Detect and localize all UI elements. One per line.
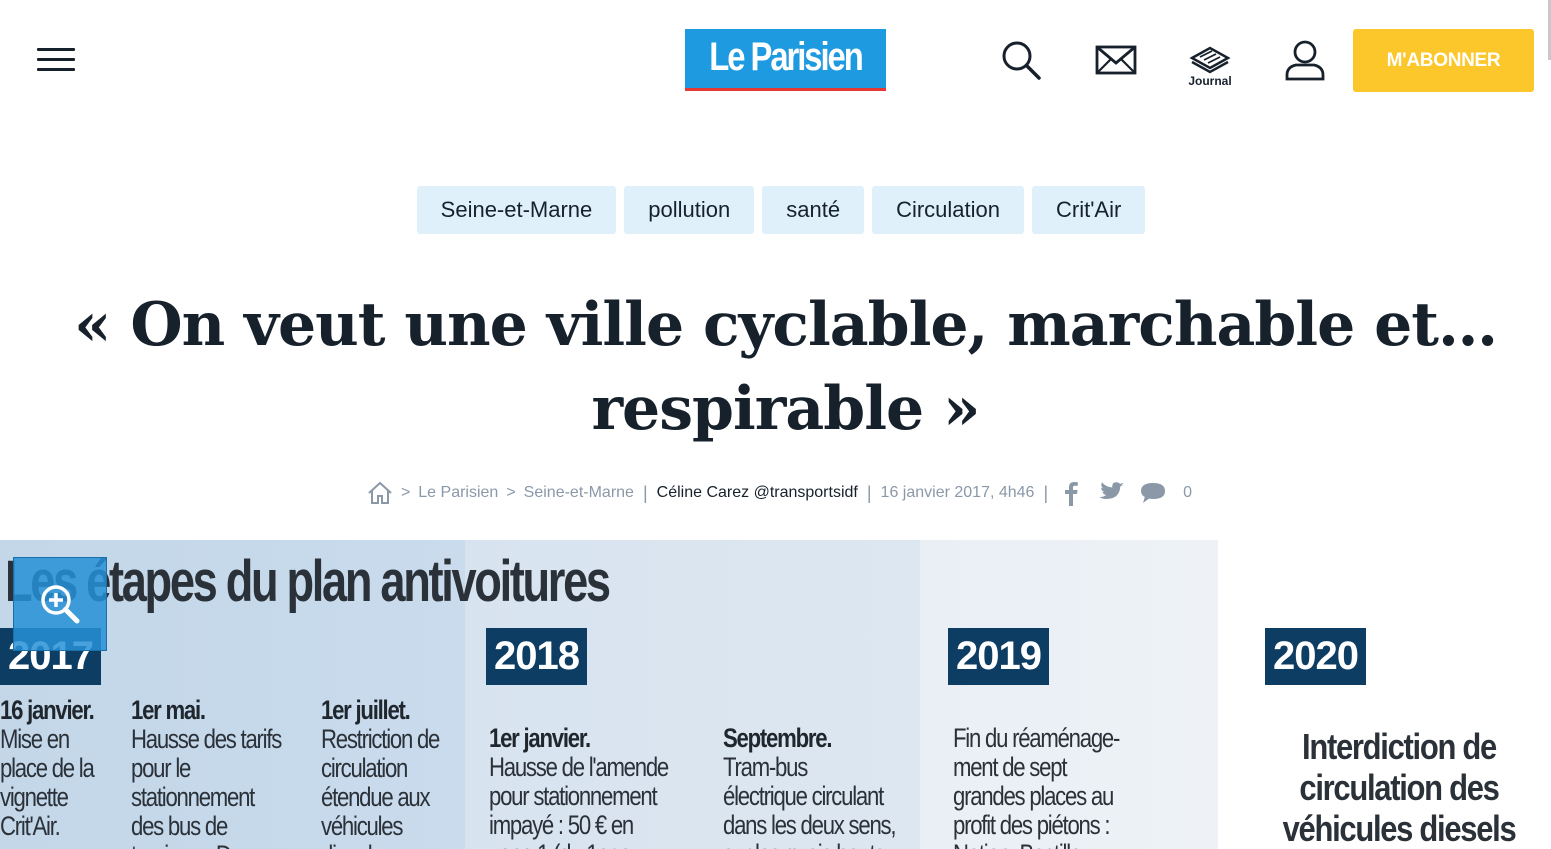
user-icon [1285, 40, 1325, 81]
meta-divider: | [866, 482, 872, 503]
year-2020-label: 2020 [1265, 628, 1366, 685]
timeline-entry-2017-jan: 16 janvier. Mise en place de la vignette… [0, 695, 95, 841]
tag-sante[interactable]: santé [762, 186, 865, 234]
entry-line: Restriction de [321, 724, 440, 754]
account-button[interactable] [1282, 38, 1328, 86]
subscribe-button[interactable]: M'ABONNER [1353, 29, 1534, 92]
timeline-entry-2017-jul: 1er juillet. Restriction de circulation … [321, 695, 440, 849]
search-button[interactable] [998, 38, 1044, 86]
entry-line: Fin du réaménage- [953, 723, 1120, 753]
site-header: Le Parisien Journal M'ABONNER [0, 0, 1551, 120]
entry-line: Mise en [0, 724, 70, 754]
article-title-line2: respirable » [591, 374, 980, 444]
entry-line: pour le [131, 753, 191, 783]
journal-label: Journal [1188, 74, 1232, 88]
timeline-entry-2020: Interdiction de circulation des véhicule… [1270, 726, 1528, 849]
entry-line: impayé : 50 € en [489, 810, 634, 840]
entry-line: Nation, Bastille, [953, 839, 1087, 849]
mail-icon [1095, 45, 1137, 75]
article-title: « On veut une ville cyclable, marchable … [40, 283, 1531, 451]
entry-line: Tram-bus [723, 752, 808, 782]
entry-line: Hausse de l'amende [489, 752, 669, 782]
entry-line: Crit'Air. [0, 811, 61, 841]
twitter-icon[interactable] [1097, 481, 1125, 505]
entry-line: circulation des [1299, 767, 1499, 808]
breadcrumb-separator: > [400, 484, 411, 501]
meta-divider: | [1043, 482, 1049, 503]
entry-heading: 1er mai. [131, 695, 206, 725]
menu-icon[interactable] [37, 48, 75, 72]
entry-line: vignette [0, 782, 69, 812]
breadcrumb-seine-et-marne[interactable]: Seine-et-Marne [524, 484, 634, 502]
breadcrumb-separator: > [506, 484, 516, 501]
tag-critair[interactable]: Crit'Air [1032, 186, 1146, 234]
entry-line: ment de sept [953, 752, 1067, 782]
year-2018-label: 2018 [486, 628, 587, 685]
logo-underline [685, 88, 886, 91]
meta-divider: | [642, 482, 648, 503]
entry-line: stationnement [131, 782, 255, 812]
newspaper-icon [1189, 46, 1231, 74]
entry-heading: Septembre. [723, 723, 833, 753]
article-title-line1: « On veut une ville cyclable, marchable … [73, 290, 1498, 360]
logo-text: Le Parisien [709, 35, 864, 79]
entry-heading: 1er janvier. [489, 723, 591, 753]
entry-line: zone 1 (du 1er au [489, 839, 643, 849]
breadcrumb: > Le Parisien > Seine-et-Marne [367, 481, 634, 505]
search-icon [1002, 41, 1041, 80]
entry-line: des bus de [131, 811, 228, 841]
year-2019-label: 2019 [948, 628, 1049, 685]
site-logo[interactable]: Le Parisien [685, 29, 886, 91]
entry-line: sur les quais hauts [723, 839, 885, 849]
entry-line: Interdiction de [1302, 726, 1497, 767]
facebook-icon[interactable] [1061, 480, 1081, 506]
entry-heading: 16 janvier. [0, 695, 95, 725]
tag-seine-et-marne[interactable]: Seine-et-Marne [416, 186, 617, 234]
zoom-button[interactable] [13, 557, 107, 651]
timeline-entry-2017-may: 1er mai. Hausse des tarifs pour le stati… [131, 695, 282, 849]
entry-heading: 1er juillet. [321, 695, 411, 725]
entry-line: dans les deux sens, [723, 810, 897, 840]
zoom-in-icon [41, 585, 80, 624]
tag-circulation[interactable]: Circulation [872, 186, 1025, 234]
article-meta: > Le Parisien > Seine-et-Marne | Céline … [0, 478, 1551, 508]
entry-line: étendue aux [321, 782, 431, 812]
entry-line: profit des piétons : [953, 810, 1111, 840]
timeline-entry-2019: Fin du réaménage- ment de sept grandes p… [953, 723, 1120, 849]
entry-line: grandes places au [953, 781, 1114, 811]
comment-icon[interactable] [1139, 481, 1167, 505]
entry-line: diesels [321, 840, 383, 849]
entry-line: circulation [321, 753, 408, 783]
home-icon[interactable] [367, 481, 393, 505]
timeline-entry-2018-sep: Septembre. Tram-bus électrique circulant… [723, 723, 897, 849]
entry-line: pour stationnement [489, 781, 658, 811]
journal-button[interactable]: Journal [1187, 42, 1233, 90]
tag-pollution[interactable]: pollution [624, 186, 755, 234]
article-infographic[interactable]: Les étapes du plan antivoitures 2017 201… [0, 540, 1551, 849]
tag-list: Seine-et-Marne pollution santé Circulati… [0, 186, 1551, 234]
comment-count[interactable]: 0 [1183, 484, 1192, 502]
entry-line: électrique circulant [723, 781, 884, 811]
timeline-entry-2018-jan: 1er janvier. Hausse de l'amende pour sta… [489, 723, 669, 849]
entry-line: véhicules diesels [1282, 808, 1517, 849]
entry-line: Hausse des tarifs [131, 724, 282, 754]
publish-date: 16 janvier 2017, 4h46 [880, 484, 1035, 501]
newsletter-button[interactable] [1093, 38, 1139, 86]
entry-line: place de la [0, 753, 95, 783]
breadcrumb-le-parisien[interactable]: Le Parisien [418, 484, 498, 502]
author-name[interactable]: Céline Carez @transportsidf [657, 484, 858, 502]
entry-line: tourisme. De [131, 840, 243, 849]
entry-line: véhicules [321, 811, 403, 841]
